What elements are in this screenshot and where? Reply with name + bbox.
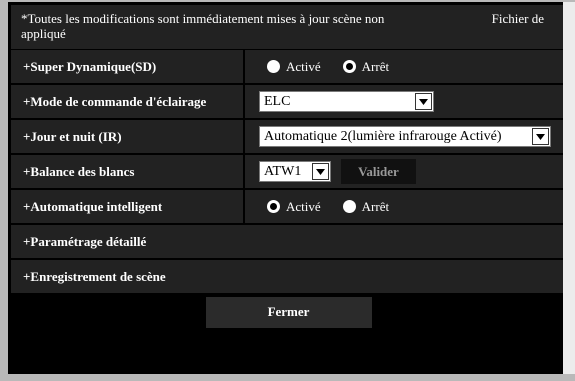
super-dynamic-control: Activé Arrêt [245, 50, 566, 83]
row-scene-save[interactable]: +Enregistrement de scène [11, 260, 566, 295]
chevron-down-icon [532, 128, 549, 145]
intelligent-auto-label: +Automatique intelligent [11, 190, 245, 223]
super-dynamic-label: +Super Dynamique(SD) [11, 50, 245, 83]
row-day-night: +Jour et nuit (IR) Automatique 2(lumière… [11, 120, 566, 155]
intelligent-auto-off-label: Arrêt [361, 198, 390, 214]
intelligent-auto-on-label: Activé [286, 198, 321, 214]
white-balance-control: ATW1 Valider [245, 155, 566, 188]
detailed-settings-link[interactable]: +Paramétrage détaillé [11, 225, 146, 258]
intelligent-auto-off-radio[interactable]: Arrêt [342, 198, 390, 215]
row-white-balance: +Balance des blancs ATW1 Valider [11, 155, 566, 190]
notice-message: *Toutes les modifications sont immédiate… [21, 11, 385, 41]
footer: Fermer [11, 295, 566, 329]
light-control-control: ELC [245, 85, 566, 118]
row-intelligent-auto: +Automatique intelligent Activé Arrêt [11, 190, 566, 225]
white-balance-value: ATW1 [264, 163, 302, 179]
intelligent-auto-control: Activé Arrêt [245, 190, 566, 223]
radio-unselected-icon [342, 200, 356, 213]
light-control-label: +Mode de commande d'éclairage [11, 85, 245, 118]
white-balance-label: +Balance des blancs [11, 155, 245, 188]
row-light-control: +Mode de commande d'éclairage ELC [11, 85, 566, 120]
notice-bar: *Toutes les modifications sont immédiate… [11, 5, 566, 50]
chevron-down-icon [415, 93, 432, 110]
super-dynamic-off-label: Arrêt [361, 58, 390, 74]
close-button[interactable]: Fermer [205, 296, 372, 328]
day-night-select[interactable]: Automatique 2(lumière infrarouge Activé) [259, 126, 551, 147]
chevron-down-icon [312, 163, 329, 180]
image-adjust-panel: *Toutes les modifications sont immédiate… [8, 2, 569, 374]
super-dynamic-on-radio[interactable]: Activé [267, 59, 321, 75]
light-control-select[interactable]: ELC [259, 91, 434, 112]
super-dynamic-off-radio[interactable]: Arrêt [342, 58, 390, 75]
day-night-control: Automatique 2(lumière infrarouge Activé) [245, 120, 566, 153]
radio-selected-icon [267, 200, 280, 213]
day-night-label: +Jour et nuit (IR) [11, 120, 245, 153]
day-night-value: Automatique 2(lumière infrarouge Activé) [264, 128, 502, 144]
scene-file-notice: Fichier de [491, 11, 544, 26]
super-dynamic-on-label: Activé [286, 58, 321, 74]
row-detailed-settings[interactable]: +Paramétrage détaillé [11, 225, 566, 260]
intelligent-auto-on-radio[interactable]: Activé [267, 199, 321, 215]
scene-save-link[interactable]: +Enregistrement de scène [11, 260, 166, 293]
white-balance-select[interactable]: ATW1 [259, 161, 331, 182]
radio-selected-icon [342, 60, 356, 73]
scrollbar[interactable] [563, 2, 575, 374]
row-super-dynamic: +Super Dynamique(SD) Activé Arrêt [11, 50, 566, 85]
radio-unselected-icon [267, 60, 280, 73]
light-control-value: ELC [264, 93, 291, 109]
validate-button[interactable]: Valider [341, 159, 416, 184]
